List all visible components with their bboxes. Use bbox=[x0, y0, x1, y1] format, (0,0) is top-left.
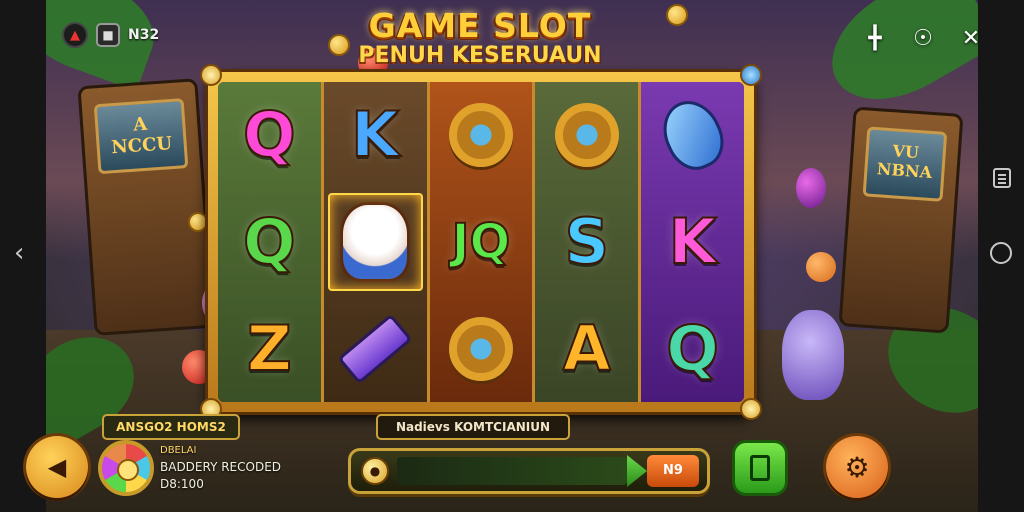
letter-symbol: K bbox=[350, 98, 400, 172]
back-button[interactable]: ◀ bbox=[26, 436, 88, 498]
coin-decoration bbox=[328, 34, 350, 56]
reel-cell bbox=[324, 189, 427, 296]
reel-cell: Q bbox=[641, 295, 744, 402]
coin-decoration bbox=[666, 4, 688, 26]
letter-symbol: JQ bbox=[451, 213, 512, 271]
nav-recent-apps-icon[interactable] bbox=[993, 168, 1011, 188]
letter-symbol: Q bbox=[242, 98, 297, 172]
arcade-screen-right: VU NBNA bbox=[862, 126, 948, 202]
reel-cell bbox=[535, 82, 638, 189]
bet-coin-icon: ● bbox=[361, 457, 389, 485]
reel-cell: A bbox=[535, 295, 638, 402]
reel-column: K bbox=[323, 82, 430, 402]
nav-home-icon[interactable] bbox=[990, 242, 1012, 264]
gold-ring-symbol bbox=[448, 103, 513, 168]
lock-icon[interactable]: ■ bbox=[96, 23, 120, 47]
reel-frame: Q Q Z K JQ S A K Q bbox=[200, 64, 762, 420]
reel-cell bbox=[430, 295, 533, 402]
cat-mascot-right bbox=[782, 310, 844, 400]
spin-button[interactable] bbox=[732, 440, 788, 496]
blue-gem-symbol bbox=[652, 91, 733, 179]
reel-column: QQZ bbox=[218, 82, 324, 402]
letter-symbol: Z bbox=[246, 311, 293, 385]
reel-column: JQ bbox=[429, 82, 536, 402]
notification-icon[interactable]: ▲ bbox=[62, 22, 88, 48]
reel-cell: Q bbox=[218, 189, 321, 296]
gold-ring-symbol bbox=[448, 316, 513, 381]
title-line-1: GAME SLOT bbox=[368, 6, 592, 45]
gold-ring-symbol bbox=[554, 103, 619, 168]
reel-cell bbox=[324, 295, 427, 402]
gear-icon: ⚙ bbox=[844, 450, 870, 484]
info-line-1: BADDERY RECODED bbox=[160, 460, 282, 474]
arcade-screen-left: A NCCU bbox=[93, 98, 189, 175]
coin-decoration bbox=[188, 212, 208, 232]
letter-symbol: S bbox=[563, 205, 610, 278]
arcade-machine-left: A NCCU bbox=[77, 78, 215, 336]
letter-symbol: K bbox=[668, 205, 718, 278]
info-icon[interactable]: ☉ bbox=[910, 26, 936, 52]
card-icon bbox=[750, 455, 770, 481]
bonus-wheel-icon[interactable] bbox=[98, 440, 154, 496]
bet-value[interactable]: N9 bbox=[647, 455, 699, 487]
hammer-symbol bbox=[337, 313, 413, 385]
close-icon[interactable]: ✕ bbox=[958, 26, 984, 52]
signal-text: N32 bbox=[128, 27, 160, 43]
reel-column: SA bbox=[535, 82, 642, 402]
settings-button[interactable]: ⚙ bbox=[826, 436, 888, 498]
win-highlight bbox=[327, 192, 423, 292]
top-right-controls: ╋ ☉ ✕ bbox=[862, 26, 984, 52]
letter-symbol: A bbox=[562, 311, 612, 385]
title-line-2: PENUH KESERUAUN bbox=[358, 43, 602, 68]
reel-cell: K bbox=[324, 82, 427, 189]
reel-cell: K bbox=[641, 189, 744, 296]
message-banner: Nadievs KOMTCIANIUN bbox=[376, 414, 570, 440]
reel-cell: Z bbox=[218, 295, 321, 402]
letter-symbol: Q bbox=[665, 311, 720, 385]
letter-symbol: Q bbox=[242, 205, 297, 278]
nav-back-icon[interactable]: ‹ bbox=[14, 238, 24, 268]
reel-cell: S bbox=[535, 189, 638, 296]
info-title: DBELAI bbox=[160, 445, 197, 456]
reels-grid: Q Q Z K JQ S A K Q bbox=[218, 82, 744, 402]
reel-cell bbox=[641, 82, 744, 189]
info-line-2: D8:100 bbox=[160, 477, 204, 491]
orange-decoration bbox=[806, 252, 836, 282]
bet-track[interactable] bbox=[397, 457, 627, 485]
bet-arrow-icon[interactable] bbox=[627, 455, 647, 487]
game-title: GAME SLOT PENUH KESERUAUN bbox=[350, 8, 610, 68]
reel-cell: Q bbox=[218, 82, 321, 189]
back-arrow-icon: ◀ bbox=[47, 453, 67, 481]
panel-label: ANSGO2 HOMS2 bbox=[102, 414, 240, 440]
reel-cell bbox=[430, 82, 533, 189]
reel-cell: JQ bbox=[430, 189, 533, 296]
arcade-machine-right: VU NBNA bbox=[838, 106, 964, 334]
reel-column: KQ bbox=[641, 82, 744, 402]
plum-decoration bbox=[796, 168, 826, 208]
puzzle-icon[interactable]: ╋ bbox=[862, 26, 888, 52]
player-info: DBELAI BADDERY RECODED D8:100 bbox=[160, 442, 281, 493]
bet-bar[interactable]: ● N9 bbox=[348, 448, 710, 494]
android-nav-left: ‹ bbox=[0, 0, 46, 512]
android-nav-right bbox=[978, 0, 1024, 512]
status-indicators: ▲ ■ N32 bbox=[62, 22, 159, 48]
